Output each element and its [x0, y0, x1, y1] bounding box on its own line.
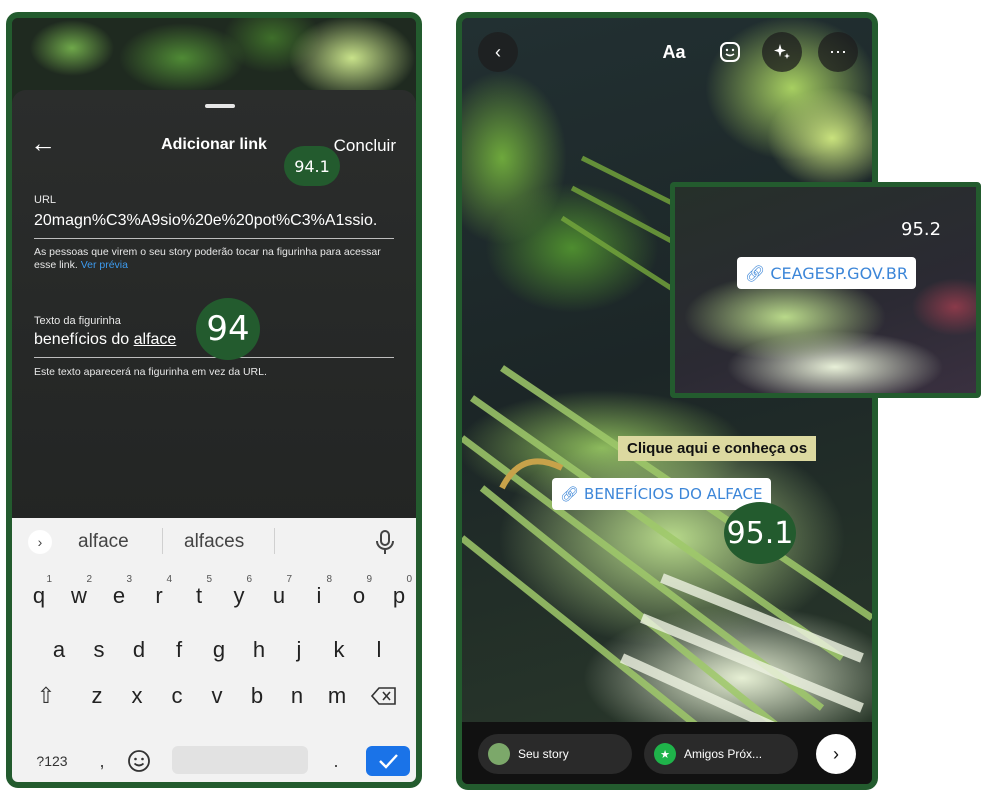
preview-link[interactable]: Ver prévia [81, 259, 128, 271]
star-icon: ★ [654, 743, 676, 765]
mic-icon[interactable] [372, 528, 398, 556]
url-sticker[interactable]: 🔗︎ CEAGESP.GOV.BR [737, 257, 916, 289]
key-c[interactable]: c [158, 676, 196, 716]
scallion-illustration [462, 155, 872, 781]
soft-keyboard: › alface alfaces q1w2e3r4t5y6u7i8o9p0 as… [12, 518, 416, 782]
sticker-help-text: Este texto aparecerá na figurinha em vez… [34, 366, 267, 378]
suggestion-bar: › alface alfaces [12, 518, 416, 566]
share-close-friends-button[interactable]: ★ Amigos Próx... [644, 734, 798, 774]
inset-photo [675, 187, 976, 393]
sticker-text-prefix: benefícios do [34, 331, 134, 348]
link-icon: 🔗︎ [745, 263, 766, 283]
key-number-hint: 5 [206, 574, 212, 585]
key-i[interactable]: i8 [300, 574, 338, 616]
link-sticker-text: BENEFÍCIOS DO ALFACE [584, 485, 763, 503]
key-number-hint: 6 [246, 574, 252, 585]
suggestion-2[interactable]: alfaces [184, 531, 244, 553]
key-p[interactable]: p0 [380, 574, 416, 616]
period-key[interactable]: . [326, 748, 346, 774]
share-story-label: Seu story [518, 747, 569, 761]
key-v[interactable]: v [198, 676, 236, 716]
sticker-text-input[interactable]: benefícios do alface [34, 331, 176, 349]
key-x[interactable]: x [118, 676, 156, 716]
share-close-friends-label: Amigos Próx... [684, 747, 763, 761]
sparkles-icon[interactable] [762, 32, 802, 72]
zoomed-sticker-inset: 🔗︎ CEAGESP.GOV.BR 95.2 [670, 182, 981, 398]
url-input[interactable]: 20magn%C3%A9sio%20e%20pot%C3%A1ssio. [34, 212, 377, 230]
link-icon: 🔗︎ [560, 485, 580, 503]
key-number-hint: 7 [286, 574, 292, 585]
step-badge-95-1: 95.1 [724, 502, 796, 564]
symbols-key[interactable]: ?123 [30, 748, 74, 774]
suggestion-divider [274, 528, 275, 554]
key-f[interactable]: f [160, 630, 198, 670]
key-number-hint: 1 [46, 574, 52, 585]
key-number-hint: 2 [86, 574, 92, 585]
story-editor-screen: ‹ Aa ⋯ Clique aqui e conheça os 🔗︎ BENEF… [456, 12, 878, 790]
url-sticker-text: CEAGESP.GOV.BR [770, 263, 908, 283]
key-l[interactable]: l [360, 630, 398, 670]
key-k[interactable]: k [320, 630, 358, 670]
suggestion-1[interactable]: alface [78, 531, 129, 553]
backspace-icon[interactable] [362, 678, 406, 714]
shift-icon[interactable]: ⇧ [26, 676, 66, 716]
key-g[interactable]: g [200, 630, 238, 670]
caption-text[interactable]: Clique aqui e conheça os [618, 436, 817, 461]
key-s[interactable]: s [80, 630, 118, 670]
key-number-hint: 0 [406, 574, 412, 585]
add-link-screen: ← Adicionar link Concluir URL 20magn%C3%… [6, 12, 422, 788]
link-sticker[interactable]: 🔗︎ BENEFÍCIOS DO ALFACE [552, 478, 771, 510]
key-d[interactable]: d [120, 630, 158, 670]
text-tool-button[interactable]: Aa [654, 32, 694, 72]
key-w[interactable]: w2 [60, 574, 98, 616]
url-underline [34, 238, 394, 239]
chevron-left-icon[interactable]: ‹ [478, 32, 518, 72]
sticker-icon[interactable] [710, 32, 750, 72]
key-z[interactable]: z [78, 676, 116, 716]
sticker-text-word: alface [133, 331, 177, 348]
share-your-story-button[interactable]: Seu story [478, 734, 632, 774]
key-n[interactable]: n [278, 676, 316, 716]
key-number-hint: 9 [366, 574, 372, 585]
key-o[interactable]: o9 [340, 574, 378, 616]
chevron-right-icon[interactable]: › [28, 530, 52, 554]
key-number-hint: 8 [326, 574, 332, 585]
url-help-text: As pessoas que virem o seu story poderão… [34, 246, 394, 272]
space-key[interactable] [172, 746, 308, 774]
check-icon [379, 754, 398, 769]
key-t[interactable]: t5 [180, 574, 218, 616]
next-button[interactable]: › [816, 734, 856, 774]
key-u[interactable]: u7 [260, 574, 298, 616]
sheet-drag-handle[interactable] [205, 104, 235, 108]
more-icon[interactable]: ⋯ [818, 32, 858, 72]
step-badge-94: 94 [196, 298, 260, 360]
key-a[interactable]: a [40, 630, 78, 670]
emoji-icon[interactable] [124, 746, 154, 776]
key-j[interactable]: j [280, 630, 318, 670]
key-e[interactable]: e3 [100, 574, 138, 616]
url-label: URL [34, 194, 57, 206]
step-label-95-2: 95.2 [901, 219, 942, 240]
suggestion-divider [162, 528, 163, 554]
comma-key[interactable]: , [92, 748, 112, 774]
enter-key[interactable] [366, 746, 410, 776]
sticker-text-label: Texto da figurinha [34, 315, 121, 327]
key-y[interactable]: y6 [220, 574, 258, 616]
conclude-button[interactable]: Concluir [334, 136, 396, 156]
key-r[interactable]: r4 [140, 574, 178, 616]
step-badge-94-1: 94.1 [284, 146, 340, 186]
key-q[interactable]: q1 [20, 574, 58, 616]
key-number-hint: 4 [166, 574, 172, 585]
share-bar: Seu story ★ Amigos Próx... › [462, 722, 872, 784]
key-number-hint: 3 [126, 574, 132, 585]
key-b[interactable]: b [238, 676, 276, 716]
key-m[interactable]: m [318, 676, 356, 716]
key-h[interactable]: h [240, 630, 278, 670]
story-avatar [488, 743, 510, 765]
